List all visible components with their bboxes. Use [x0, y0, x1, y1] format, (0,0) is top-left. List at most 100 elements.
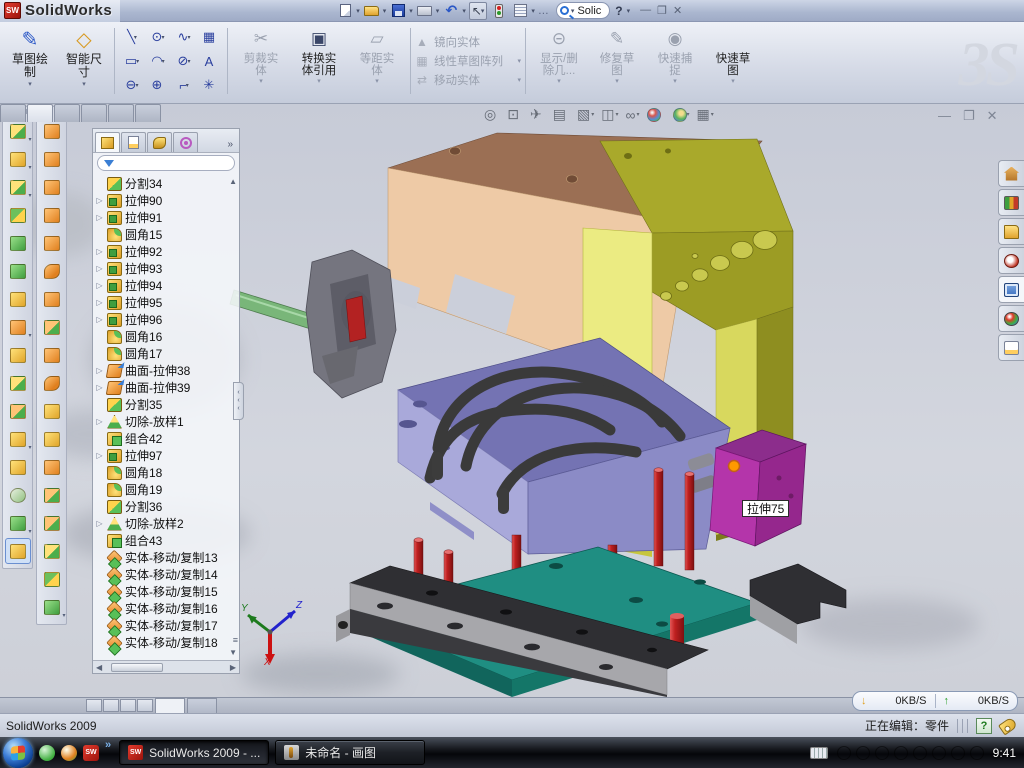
undo-button[interactable]: ↶ [442, 3, 460, 19]
toolbar-button[interactable] [39, 314, 65, 340]
tab-nav-button[interactable] [86, 699, 102, 712]
tree-item[interactable]: ▷ 拉伸93 [95, 260, 239, 277]
command-button[interactable]: ✎ 修复草图 ▾ [588, 24, 646, 98]
tab-nav-button[interactable] [137, 699, 153, 712]
chevron-down-icon[interactable]: ▾ [481, 7, 485, 15]
taskbar-clock[interactable]: 9:41 [993, 746, 1016, 760]
toolbar-button[interactable] [39, 370, 65, 396]
tag-icon[interactable] [998, 716, 1018, 735]
view-tool-button[interactable]: ✈▾ [530, 106, 546, 123]
toolbar-button[interactable] [5, 258, 31, 284]
toolbar-button[interactable] [39, 286, 65, 312]
smart-dimension-button[interactable]: ◇ 智能尺寸 ▾ [58, 24, 110, 98]
sketch-tool-button[interactable]: ◠▾ [145, 49, 171, 73]
sketch-tool-button[interactable]: ∿▾ [171, 25, 197, 49]
tray-icon[interactable] [951, 746, 965, 760]
command-button[interactable]: ⊝ 显示/删除几... ▾ [530, 24, 588, 98]
tree-item[interactable]: ▷ 实体-移动/复制14 [95, 566, 239, 583]
toolbar-button[interactable] [5, 174, 31, 200]
toolbar-button[interactable] [39, 482, 65, 508]
menu-item[interactable] [194, 8, 218, 14]
task-pane-tab[interactable] [998, 160, 1024, 187]
sketch-tool-button[interactable]: ✳▾ [197, 73, 223, 97]
view-tool-button[interactable]: ◫▾ [601, 106, 618, 123]
sketch-tool-button[interactable]: A▾ [197, 49, 223, 73]
toolbar-button[interactable] [39, 202, 65, 228]
sketch-tool-button[interactable]: ⊙▾ [145, 25, 171, 49]
view-tool-button[interactable]: ▤▾ [553, 106, 570, 123]
open-button[interactable] [363, 3, 381, 19]
tree-item[interactable]: ▷ 圆角16 [95, 328, 239, 345]
chevron-down-icon[interactable]: ▾ [627, 7, 631, 15]
scroll-right-icon[interactable]: ▶ [227, 663, 239, 672]
tree-item[interactable]: ▷ 拉伸94 [95, 277, 239, 294]
toolbar-button[interactable] [5, 314, 31, 340]
command-button[interactable]: ◉ 快速捕捉 ▾ [646, 24, 704, 98]
tree-item[interactable]: ▷ 拉伸91 [95, 209, 239, 226]
tree-scroll-thumb[interactable]: ≡ [233, 635, 238, 645]
view-tool-button[interactable]: ▦▾ [697, 106, 714, 123]
quick-launch-icon[interactable] [61, 745, 77, 761]
view-tool-button[interactable]: ▧▾ [577, 106, 594, 123]
doc-minimize-button[interactable]: — [938, 108, 951, 124]
doc-close-button[interactable]: ✕ [987, 108, 998, 124]
toolbar-button[interactable] [39, 538, 65, 564]
toolbar-button[interactable] [5, 426, 31, 452]
toolbar-button[interactable] [39, 426, 65, 452]
toolbar-button[interactable] [39, 146, 65, 172]
print-button[interactable] [416, 3, 434, 19]
tray-icon[interactable] [894, 746, 908, 760]
document-tab[interactable] [187, 698, 217, 713]
tree-item[interactable]: ▷ 实体-移动/复制13 [95, 549, 239, 566]
rebuild-button[interactable] [490, 3, 508, 19]
document-tab[interactable] [155, 698, 185, 713]
tab-configuration-manager[interactable] [147, 132, 172, 152]
quick-launch-icon[interactable] [39, 745, 55, 761]
command-button[interactable]: ▣ 转换实体引用 ▾ [290, 24, 348, 98]
tree-item[interactable]: ▷ 切除-放样1 [95, 413, 239, 430]
pane-splitter-handle[interactable]: ‹‹‹ [233, 382, 244, 420]
view-tool-button[interactable]: ▾ [672, 108, 690, 122]
expand-arrow-icon[interactable]: ▷ [95, 519, 104, 528]
search-box[interactable]: ▾ Solic [556, 2, 610, 19]
ribbon-tab[interactable] [108, 104, 134, 122]
scroll-left-icon[interactable]: ◀ [93, 663, 105, 672]
tree-item[interactable]: ▷ 拉伸90 [95, 192, 239, 209]
ribbon-tab[interactable] [0, 104, 26, 122]
graphics-area[interactable]: ◎▾ ⊡▾ ✈▾ ▤▾ ▧▾ ◫▾ ∞▾ ▾ ▾ ▦▾ [0, 104, 1024, 697]
menu-item[interactable] [298, 8, 322, 14]
expand-arrow-icon[interactable]: ▷ [95, 417, 104, 426]
sketch-tool-button[interactable]: ▭▾ [119, 49, 145, 73]
tree-scroll-up[interactable]: ▲ [229, 177, 237, 186]
minimize-button[interactable]: — [640, 4, 651, 17]
save-button[interactable] [389, 3, 407, 19]
expand-arrow-icon[interactable]: ▷ [95, 451, 104, 460]
task-pane-tab[interactable] [998, 334, 1024, 361]
ribbon-tab[interactable] [135, 104, 161, 122]
chevron-down-icon[interactable]: ▾ [462, 7, 466, 15]
toolbar-button[interactable] [5, 342, 31, 368]
sketch-tool-button[interactable]: ╲▾ [119, 25, 145, 49]
tree-item[interactable]: ▷ 拉伸96 [95, 311, 239, 328]
toolbar-button[interactable] [5, 538, 31, 564]
toolbar-button[interactable] [5, 286, 31, 312]
quick-launch-icon[interactable]: SW [83, 745, 99, 761]
part-magenta-block[interactable] [710, 430, 806, 546]
toolbar-button[interactable] [5, 370, 31, 396]
toolbar-overflow[interactable]: … [538, 5, 549, 17]
toolbar-button[interactable] [5, 146, 31, 172]
sketch-tool-button[interactable]: ⊖▾ [119, 73, 145, 97]
tree-item[interactable]: ▷ 圆角15 [95, 226, 239, 243]
doc-restore-button[interactable]: ❐ [963, 108, 975, 124]
tree-item[interactable]: ▷ 拉伸97 [95, 447, 239, 464]
menu-item[interactable] [246, 8, 270, 14]
tray-icon[interactable] [932, 746, 946, 760]
task-pane-tab[interactable] [998, 189, 1024, 216]
toolbar-button[interactable] [39, 174, 65, 200]
tree-filter-input[interactable] [97, 155, 235, 171]
sketch-tool-button[interactable]: ⌐▾ [171, 73, 197, 97]
toolbar-button[interactable] [5, 202, 31, 228]
tree-item[interactable]: ▷ 曲面-拉伸38 [95, 362, 239, 379]
tray-icon[interactable] [875, 746, 889, 760]
options-button[interactable] [511, 3, 529, 19]
